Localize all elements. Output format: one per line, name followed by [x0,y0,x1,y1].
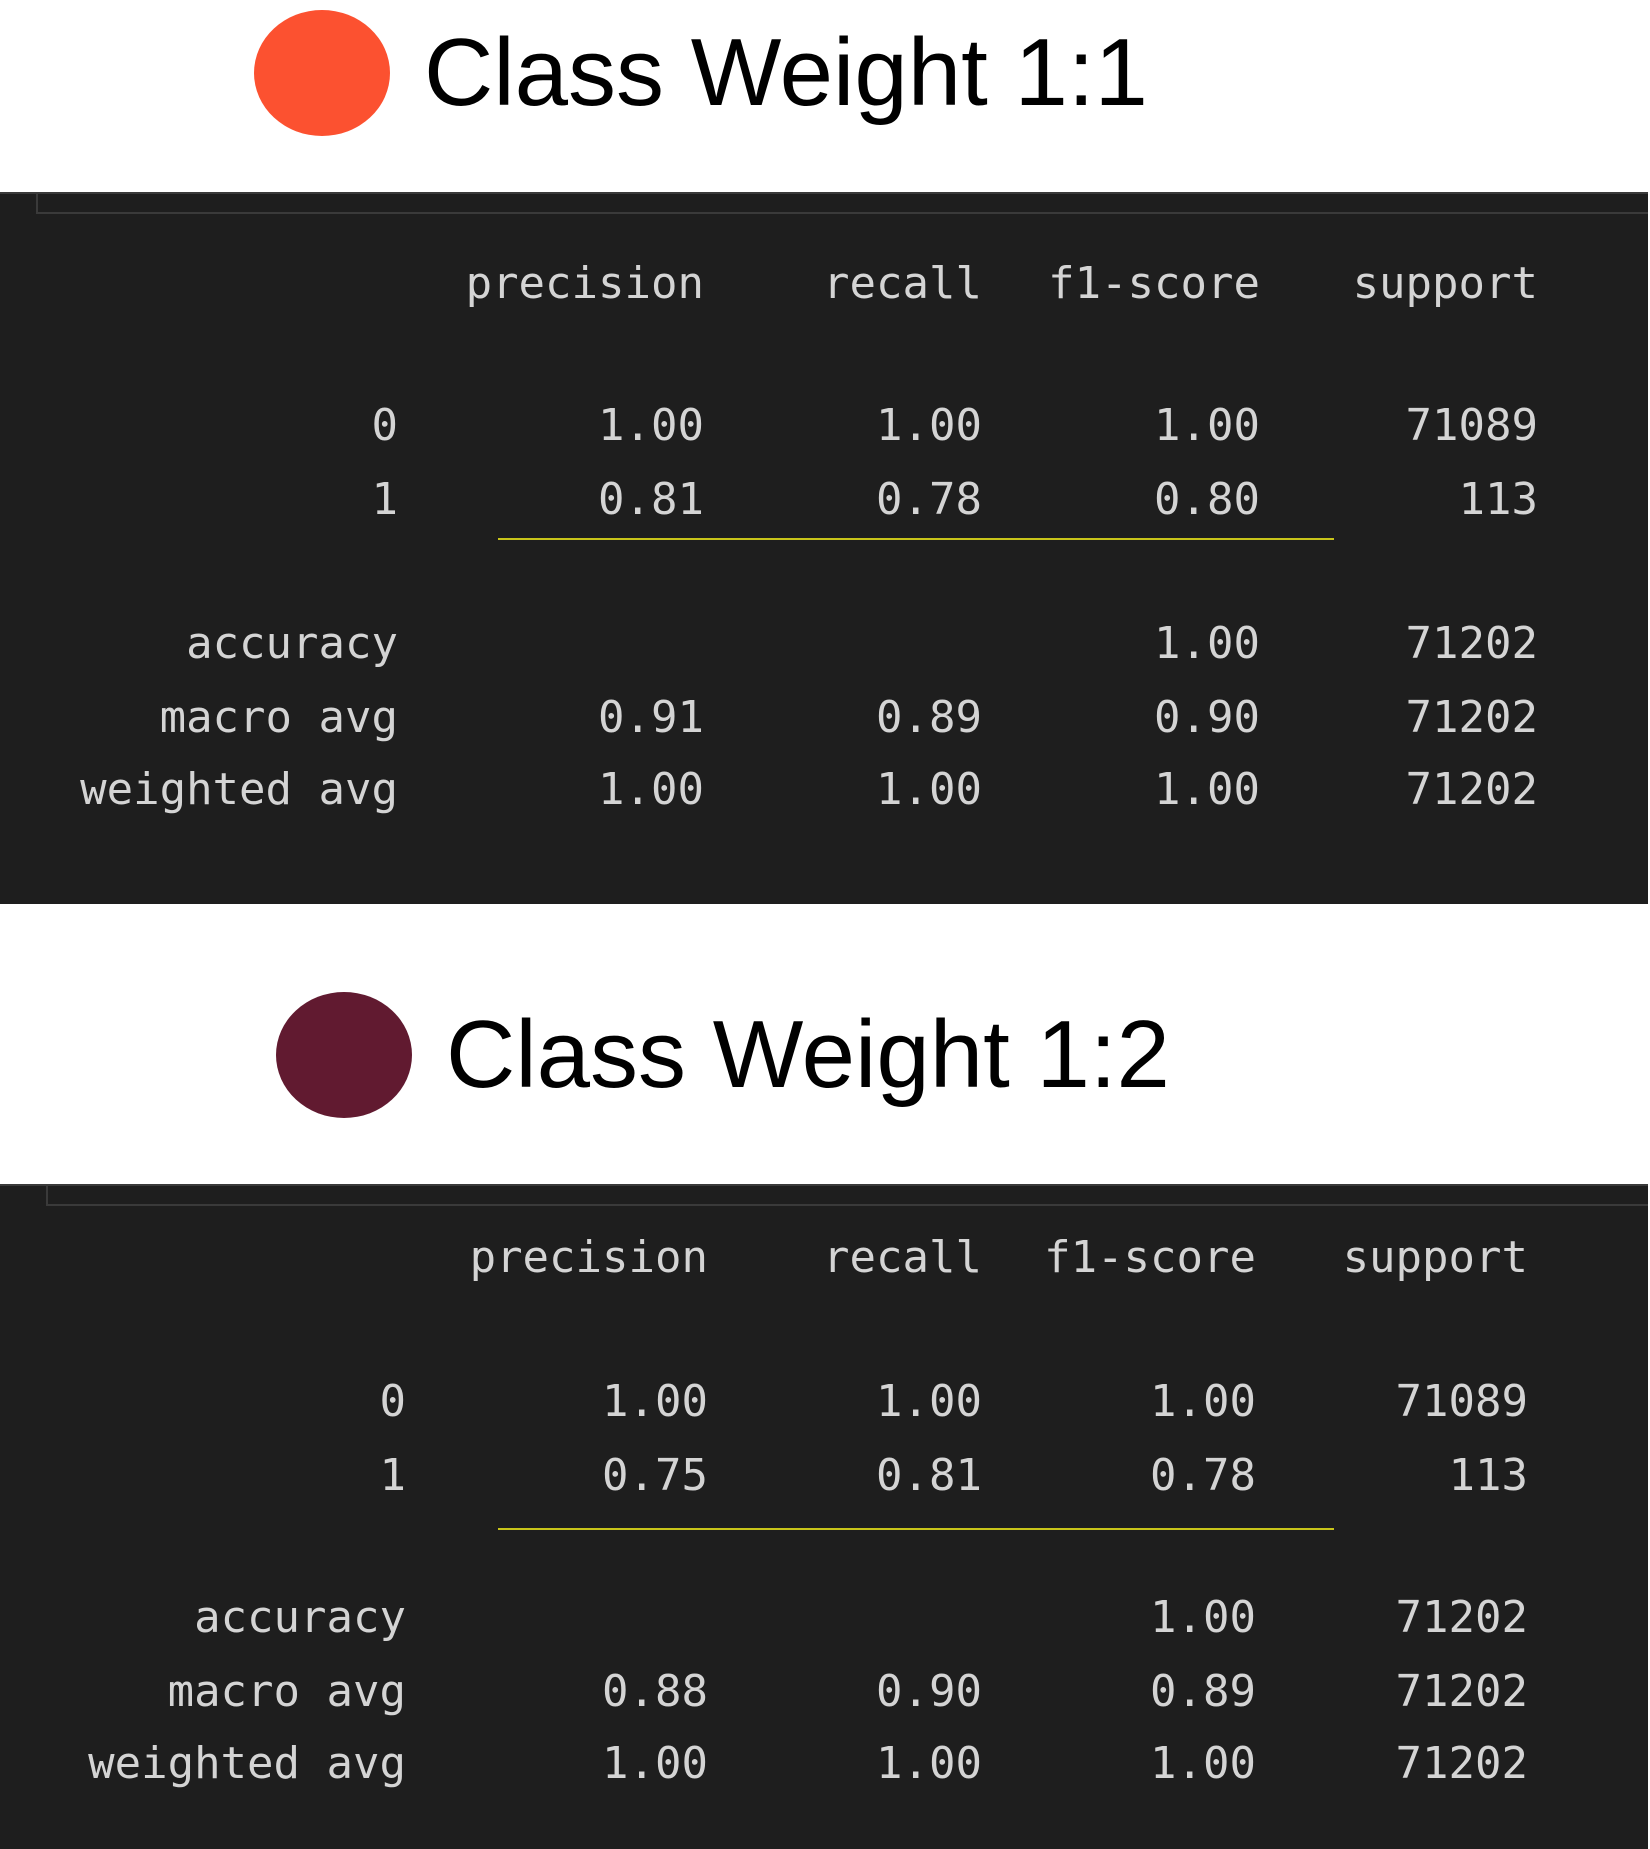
cell-f1: 0.90 [1154,692,1260,743]
cell-f1: 1.00 [1150,1376,1256,1427]
cell-f1: 1.00 [1150,1592,1256,1643]
cell-precision: 1.00 [598,400,704,451]
separator-rule [498,538,1334,540]
col-header-recall: recall [823,258,982,309]
row-label: accuracy [186,618,398,669]
cell-precision: 1.00 [602,1376,708,1427]
row-label: accuracy [194,1592,406,1643]
cell-f1: 0.89 [1150,1666,1256,1717]
row-label: macro avg [167,1666,406,1717]
panel-border [36,194,1648,214]
cell-support: 71202 [1405,764,1538,815]
cell-precision: 0.81 [598,474,704,525]
cell-support: 71202 [1405,692,1538,743]
cell-support: 71089 [1405,400,1538,451]
cell-support: 71202 [1395,1592,1528,1643]
cell-f1: 1.00 [1154,764,1260,815]
col-header-precision: precision [469,1232,708,1283]
col-header-support: support [1342,1232,1528,1283]
cell-support: 71202 [1395,1738,1528,1789]
cell-support: 71089 [1395,1376,1528,1427]
row-label: 1 [379,1450,407,1501]
report-2-title: Class Weight 1:2 [446,1001,1170,1108]
col-header-support: support [1352,258,1538,309]
report-1-heading: Class Weight 1:1 [254,10,1148,136]
col-header-f1-score: f1-score [1044,1232,1256,1283]
report-1-terminal-panel: precision recall f1-score support 0 1.00… [0,192,1648,904]
report-2-terminal-panel: precision recall f1-score support 0 1.00… [0,1184,1648,1849]
row-label: 0 [379,1376,407,1427]
cell-support: 113 [1448,1450,1528,1501]
panel-border [46,1186,1648,1206]
cell-recall: 0.81 [876,1450,982,1501]
row-label: weighted avg [80,764,398,815]
cell-f1: 1.00 [1154,618,1260,669]
cell-precision: 0.75 [602,1450,708,1501]
cell-precision: 1.00 [598,764,704,815]
cell-f1: 1.00 [1154,400,1260,451]
cell-support: 113 [1458,474,1538,525]
cell-precision: 0.88 [602,1666,708,1717]
cell-recall: 1.00 [876,764,982,815]
cell-support: 71202 [1395,1666,1528,1717]
row-label: 0 [371,400,399,451]
cell-recall: 1.00 [876,400,982,451]
cell-f1: 0.80 [1154,474,1260,525]
orange-circle-icon [254,10,390,136]
col-header-f1-score: f1-score [1048,258,1260,309]
col-header-recall: recall [823,1232,982,1283]
cell-recall: 1.00 [876,1738,982,1789]
cell-precision: 1.00 [602,1738,708,1789]
cell-recall: 0.78 [876,474,982,525]
cell-recall: 1.00 [876,1376,982,1427]
row-label: weighted avg [88,1738,406,1789]
cell-f1: 0.78 [1150,1450,1256,1501]
row-label: 1 [371,474,399,525]
cell-precision: 0.91 [598,692,704,743]
cell-support: 71202 [1405,618,1538,669]
col-header-precision: precision [465,258,704,309]
report-2-heading: Class Weight 1:2 [276,992,1170,1118]
cell-recall: 0.90 [876,1666,982,1717]
cell-recall: 0.89 [876,692,982,743]
maroon-circle-icon [276,992,412,1118]
cell-f1: 1.00 [1150,1738,1256,1789]
row-label: macro avg [159,692,398,743]
report-1-title: Class Weight 1:1 [424,19,1148,126]
separator-rule [498,1528,1334,1530]
